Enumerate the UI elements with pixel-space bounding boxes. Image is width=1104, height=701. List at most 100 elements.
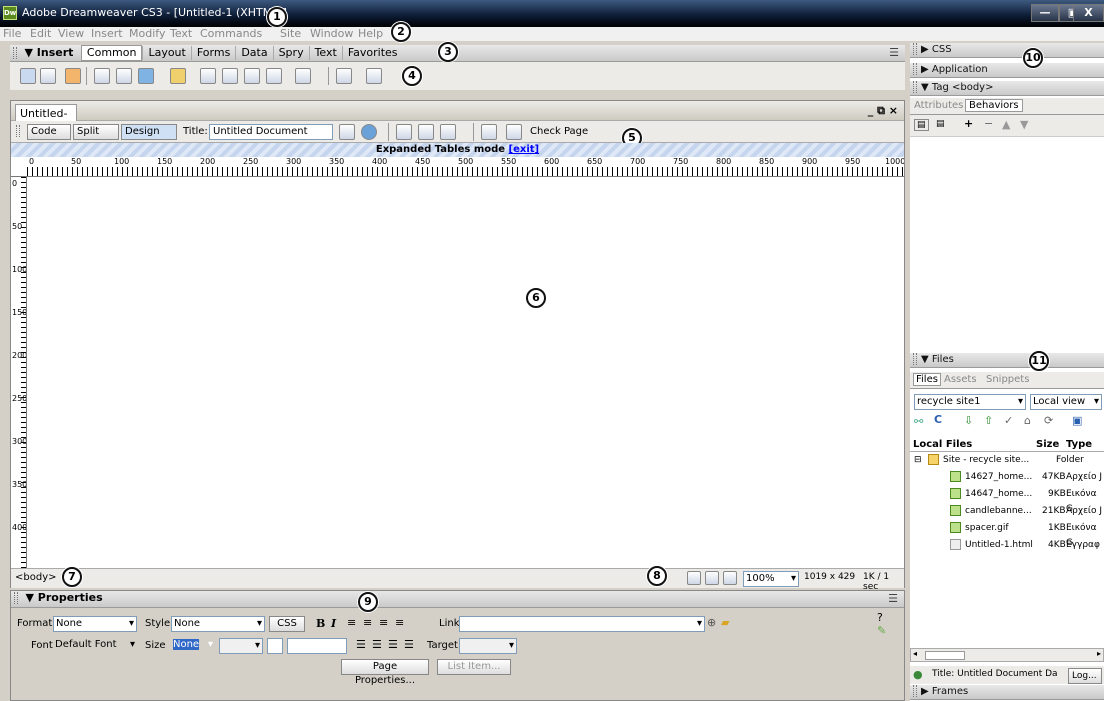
table-icon[interactable]: [94, 68, 110, 84]
insert-tab-forms[interactable]: Forms: [190, 46, 235, 60]
ordered-list-icon[interactable]: ☰: [372, 638, 382, 651]
size-unit-select[interactable]: [219, 638, 263, 654]
bold-button[interactable]: B: [316, 617, 325, 630]
synchronize-icon[interactable]: ⟳: [1044, 414, 1053, 427]
put-files-icon[interactable]: ⇧: [984, 414, 993, 427]
file-row[interactable]: ⊟ Site - recycle site... Folder: [910, 453, 1104, 468]
frames-panel-header[interactable]: ▶ Frames: [910, 685, 1104, 700]
add-behavior-icon[interactable]: +: [964, 117, 973, 130]
images-icon[interactable]: [138, 68, 154, 84]
unordered-list-icon[interactable]: ☰: [356, 638, 366, 651]
document-tab-untitled[interactable]: Untitled-1: [15, 104, 77, 133]
server-include-icon[interactable]: [222, 68, 238, 84]
panel-options-icon[interactable]: ☰: [889, 46, 899, 59]
insert-tab-text[interactable]: Text: [308, 46, 342, 60]
visual-aids-icon[interactable]: [440, 124, 456, 140]
site-select[interactable]: recycle site1: [914, 394, 1026, 410]
remove-behavior-icon[interactable]: −: [984, 117, 993, 130]
split-view-button[interactable]: Split: [73, 124, 119, 140]
files-horizontal-scrollbar[interactable]: ◂ ▸: [910, 648, 1104, 662]
page-properties-button[interactable]: Page Properties...: [341, 659, 429, 686]
file-row[interactable]: Untitled-1.html 4KB Εγγραφ: [910, 538, 1104, 553]
view-options-icon[interactable]: [418, 124, 434, 140]
validate-markup-icon[interactable]: [481, 124, 497, 140]
insert-tab-layout[interactable]: Layout: [142, 46, 190, 60]
move-down-icon[interactable]: ▼: [1020, 118, 1028, 131]
align-center-icon[interactable]: ≡: [363, 616, 372, 629]
minimize-button[interactable]: —: [1031, 4, 1059, 22]
hand-tool-icon[interactable]: [705, 571, 719, 585]
menu-help[interactable]: Help: [358, 27, 383, 41]
document-title-input[interactable]: Untitled Document: [209, 124, 333, 140]
menu-file[interactable]: File: [3, 27, 21, 41]
email-link-icon[interactable]: [40, 68, 56, 84]
insert-tab-favorites[interactable]: Favorites: [341, 46, 403, 60]
css-panel-header[interactable]: ▶ CSS: [910, 43, 1104, 58]
show-set-events-icon[interactable]: ▤: [914, 119, 929, 131]
check-page-button[interactable]: Check Page: [530, 126, 588, 137]
point-to-file-icon[interactable]: ⊕: [707, 616, 716, 629]
get-files-icon[interactable]: ⇩: [964, 414, 973, 427]
justify-icon[interactable]: ≡: [395, 616, 404, 629]
menu-text[interactable]: Text: [170, 27, 192, 41]
date-icon[interactable]: [200, 68, 216, 84]
document-window-controls[interactable]: _ ⧉ ×: [868, 104, 898, 118]
type-column[interactable]: Type: [1066, 437, 1092, 452]
behaviors-tab[interactable]: Behaviors: [965, 99, 1023, 112]
menu-modify[interactable]: Modify: [129, 27, 165, 41]
italic-button[interactable]: I: [331, 617, 336, 630]
panel-options-icon[interactable]: ☰: [888, 592, 898, 605]
check-out-icon[interactable]: ✓: [1004, 414, 1013, 427]
panel-grip-icon[interactable]: [14, 592, 18, 604]
target-select[interactable]: [459, 638, 517, 654]
insert-tab-data[interactable]: Data: [235, 46, 272, 60]
format-select[interactable]: None: [53, 616, 137, 632]
menu-insert[interactable]: Insert: [91, 27, 123, 41]
menu-site[interactable]: Site: [280, 27, 301, 41]
insert-panel-title[interactable]: ▼ Insert: [25, 46, 74, 59]
preview-browser-icon[interactable]: [361, 124, 377, 140]
select-tool-icon[interactable]: [687, 571, 701, 585]
file-row[interactable]: spacer.gif 1KB Εικόνα G: [910, 521, 1104, 548]
exit-expanded-link[interactable]: [exit]: [509, 144, 540, 155]
text-color-swatch[interactable]: [267, 638, 283, 654]
indent-icon[interactable]: ☰: [404, 638, 414, 651]
menu-window[interactable]: Window: [310, 27, 353, 41]
local-files-column[interactable]: Local Files: [913, 437, 972, 452]
attributes-tab[interactable]: Attributes: [914, 100, 963, 111]
size-select[interactable]: None: [171, 638, 215, 654]
zoom-select[interactable]: 100%: [743, 571, 799, 587]
check-page-icon[interactable]: [506, 124, 522, 140]
move-up-icon[interactable]: ▲: [1002, 118, 1010, 131]
menu-commands[interactable]: Commands: [200, 27, 262, 41]
expand-icon[interactable]: ▣: [1072, 414, 1082, 427]
code-view-button[interactable]: Code: [27, 124, 71, 140]
style-select[interactable]: None: [171, 616, 265, 632]
show-all-events-icon[interactable]: ▤: [936, 119, 945, 129]
list-item-button[interactable]: List Item...: [437, 659, 511, 675]
design-canvas[interactable]: [28, 178, 903, 578]
quick-tag-editor-icon[interactable]: ✎: [877, 624, 886, 637]
files-panel-header[interactable]: ▼ Files: [910, 353, 1104, 368]
properties-title[interactable]: ▼ Properties: [26, 591, 103, 604]
connect-icon[interactable]: ⚯: [914, 415, 923, 428]
file-row[interactable]: 14647_home... 9KB Εικόνα G: [910, 487, 1104, 514]
view-select[interactable]: Local view: [1030, 394, 1102, 410]
head-icon[interactable]: [266, 68, 282, 84]
menu-edit[interactable]: Edit: [30, 27, 51, 41]
tag-chooser-icon[interactable]: [366, 68, 382, 84]
close-button[interactable]: X: [1073, 4, 1104, 22]
zoom-tool-icon[interactable]: [723, 571, 737, 585]
file-row[interactable]: candlebanne... 21KB Αρχείο J: [910, 504, 1104, 519]
horizontal-ruler[interactable]: 0 50 100 150 200 250 300 350 400 450 500…: [11, 157, 904, 177]
text-color-input[interactable]: [287, 638, 347, 654]
insert-tab-spry[interactable]: Spry: [272, 46, 309, 60]
files-tab[interactable]: Files: [913, 373, 941, 386]
css-button[interactable]: CSS: [269, 616, 305, 632]
menu-view[interactable]: View: [58, 27, 84, 41]
insert-tab-common[interactable]: Common: [80, 45, 143, 61]
named-anchor-icon[interactable]: [65, 68, 81, 84]
outdent-icon[interactable]: ☰: [388, 638, 398, 651]
size-column[interactable]: Size: [1036, 437, 1059, 452]
window-size-select[interactable]: 1019 x 429: [804, 572, 855, 582]
